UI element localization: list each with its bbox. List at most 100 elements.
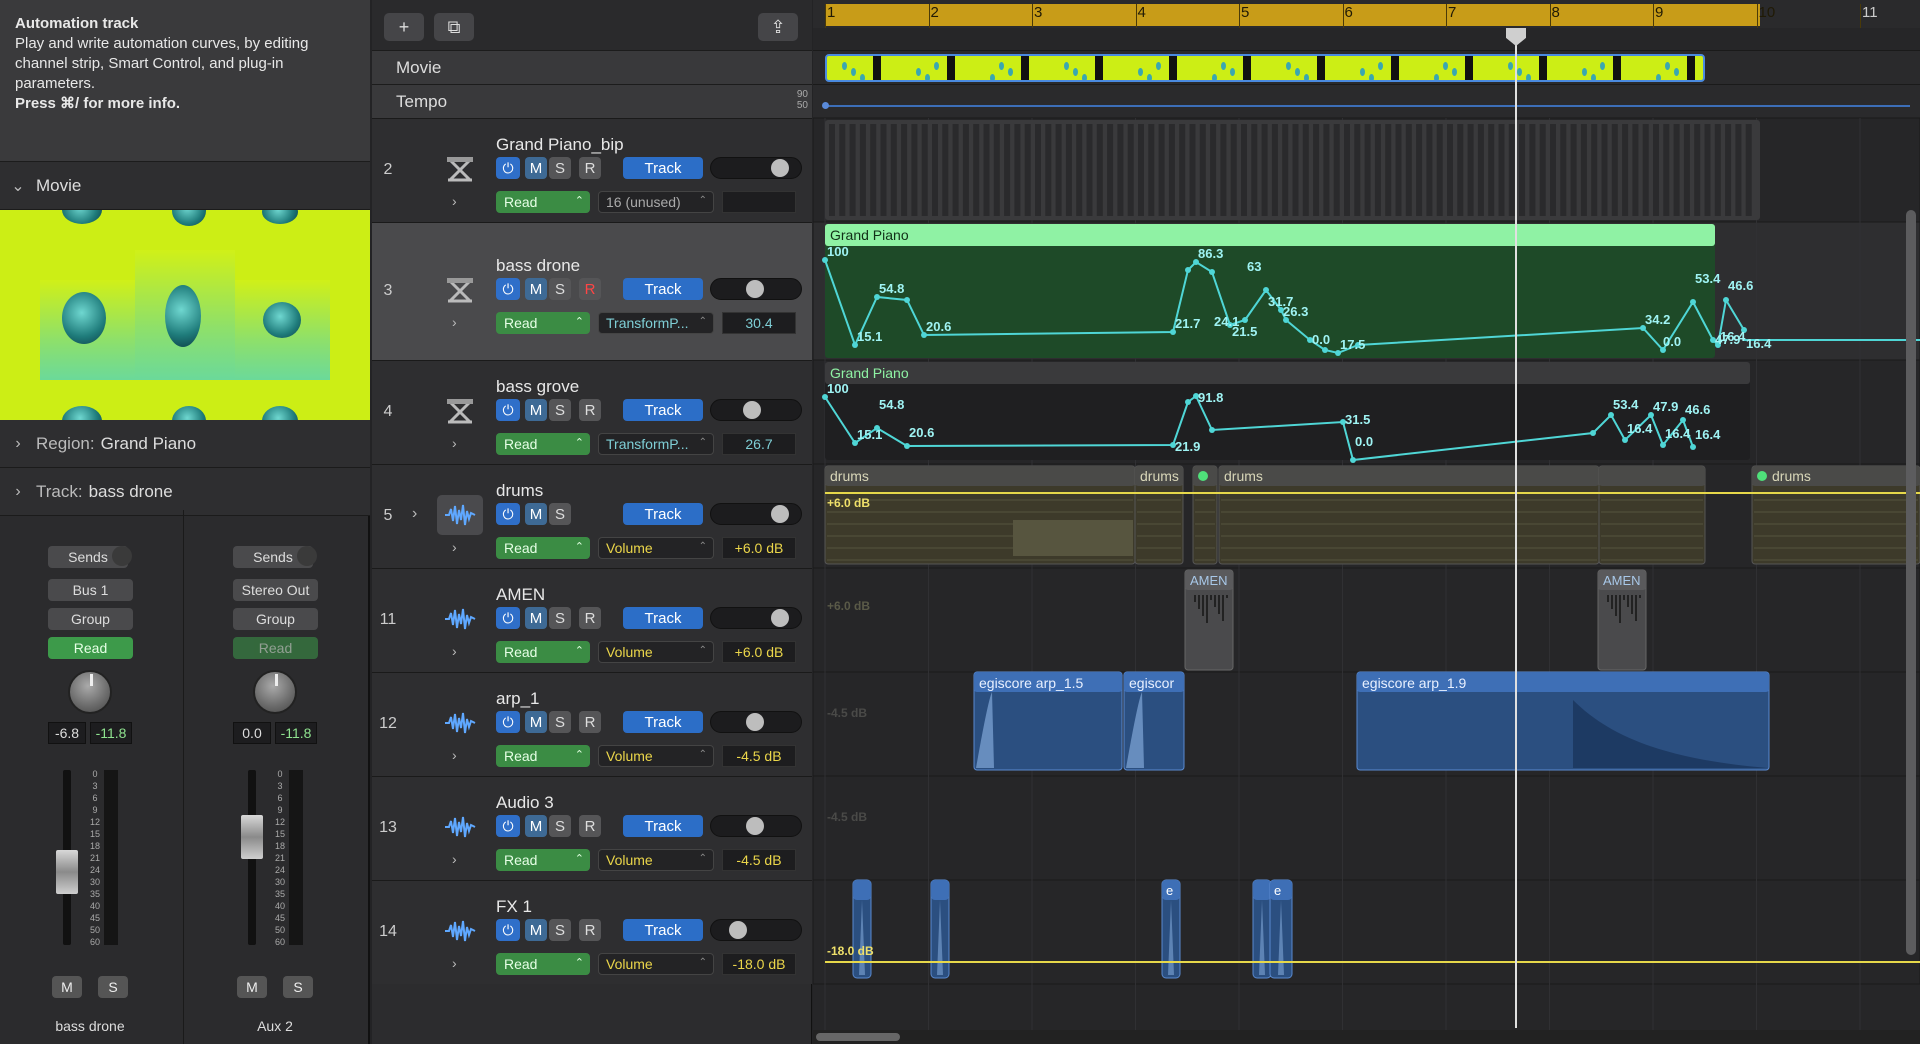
track-automation-button[interactable]: Track (623, 815, 703, 837)
fx-region[interactable]: e (1269, 879, 1293, 979)
automation-value[interactable]: 26.7 (722, 433, 796, 455)
slider-knob[interactable] (746, 713, 764, 731)
add-track-button[interactable]: + (384, 13, 424, 41)
track-name[interactable]: arp_1 (496, 689, 539, 709)
solo-button[interactable]: S (549, 815, 571, 837)
automation-value[interactable] (722, 191, 796, 213)
automation-mode-select[interactable]: Read (496, 433, 590, 455)
waveform-icon[interactable] (437, 911, 483, 951)
volume-slider[interactable] (710, 815, 802, 837)
mute-button[interactable]: M (525, 607, 547, 629)
automation-value[interactable]: 30.4 (722, 312, 796, 334)
piano-icon[interactable] (437, 391, 483, 431)
waveform-icon[interactable] (437, 495, 483, 535)
drums-region[interactable]: drums (1751, 465, 1920, 565)
volume-slider[interactable] (710, 278, 802, 300)
track-header-1[interactable]: 3 bass drone⏻MSR Track › Read TransformP... 30… (372, 222, 812, 360)
track-inspector-header[interactable]: › Track: bass drone (0, 468, 370, 516)
catch-playhead-button[interactable]: ⇪ (758, 13, 798, 41)
fader-cap[interactable] (56, 850, 78, 894)
track-header-3[interactable]: 5 › drums⏻MS Track › Read Volume +6.0 dB (372, 464, 812, 568)
track-name[interactable]: bass grove (496, 377, 579, 397)
power-icon[interactable]: ⏻ (496, 157, 520, 179)
region-inspector-header[interactable]: › Region: Grand Piano (0, 420, 370, 468)
automation-parameter-select[interactable]: TransformP... (598, 312, 714, 334)
arrange-area[interactable]: 1 2 3 4 5 6 7 8 9 10 11 Grand Piano 100 15.1 54.8 20.6… (813, 0, 1920, 1044)
power-icon[interactable]: ⏻ (496, 607, 520, 629)
volume-slider[interactable] (710, 157, 802, 179)
track-automation-button[interactable]: Track (623, 607, 703, 629)
chevron-right-icon[interactable]: › (452, 747, 457, 763)
track-header-7[interactable]: 14 FX 1⏻MSR Track › Read Volume -18.0 dB (372, 880, 812, 984)
automation-mode-select[interactable]: Read (496, 953, 590, 975)
solo-button[interactable]: S (549, 919, 571, 941)
mute-button[interactable]: M (525, 815, 547, 837)
automation-mode-button[interactable]: Read (233, 637, 318, 659)
volume-slider[interactable] (710, 919, 802, 941)
audio-region[interactable]: egiscore arp_1.5 (973, 671, 1123, 771)
track-automation-button[interactable]: Track (623, 711, 703, 733)
automation-parameter-select[interactable]: TransformP... (598, 433, 714, 455)
solo-button[interactable]: S (549, 278, 571, 300)
track-header-4[interactable]: 11 AMEN⏻MSR Track › Read Volume +6.0 dB (372, 568, 812, 672)
duplicate-track-button[interactable]: ⧉ (434, 13, 474, 41)
amen-region[interactable]: AMEN (1184, 569, 1234, 671)
power-icon[interactable]: ⏻ (496, 503, 520, 525)
track-automation-button[interactable]: Track (623, 919, 703, 941)
track-automation-button[interactable]: Track (623, 157, 703, 179)
solo-button[interactable]: S (549, 711, 571, 733)
output-button[interactable]: Stereo Out (233, 579, 318, 601)
track-automation-button[interactable]: Track (623, 278, 703, 300)
track-header-6[interactable]: 13 Audio 3⏻MSR Track › Read Volume -4.5 dB (372, 776, 812, 880)
drums-region[interactable] (1598, 465, 1706, 565)
automation-value[interactable]: +6.0 dB (722, 537, 796, 559)
automation-parameter-select[interactable]: Volume (598, 745, 714, 767)
track-name[interactable]: AMEN (496, 585, 545, 605)
slider-knob[interactable] (729, 921, 747, 939)
global-track-movie[interactable]: Movie (372, 50, 812, 84)
record-enable-button[interactable]: R (579, 607, 601, 629)
automation-mode-select[interactable]: Read (496, 191, 590, 213)
mute-button[interactable]: M (525, 278, 547, 300)
horizontal-scrollbar[interactable] (813, 1030, 1920, 1044)
slider-knob[interactable] (743, 401, 761, 419)
record-enable-button[interactable]: R (579, 711, 601, 733)
chevron-right-icon[interactable]: › (452, 643, 457, 659)
track-name[interactable]: Audio 3 (496, 793, 554, 813)
slider-knob[interactable] (771, 505, 789, 523)
global-track-tempo[interactable]: Tempo 90 50 (372, 84, 812, 118)
volume-slider[interactable] (710, 503, 802, 525)
chevron-right-icon[interactable]: › (452, 955, 457, 971)
slider-knob[interactable] (746, 817, 764, 835)
chevron-right-icon[interactable]: › (452, 851, 457, 867)
mute-button[interactable]: M (525, 399, 547, 421)
waveform-icon[interactable] (437, 599, 483, 639)
fx-region[interactable] (852, 879, 872, 979)
track-automation-button[interactable]: Track (623, 503, 703, 525)
amen-region[interactable]: AMEN (1597, 569, 1647, 671)
mute-button[interactable]: M (52, 976, 82, 998)
solo-button[interactable]: S (549, 399, 571, 421)
chevron-right-icon[interactable]: › (452, 314, 457, 330)
piano-icon[interactable] (437, 270, 483, 310)
chevron-right-icon[interactable]: › (452, 435, 457, 451)
power-icon[interactable]: ⏻ (496, 399, 520, 421)
output-button[interactable]: Bus 1 (48, 579, 133, 601)
track-automation-button[interactable]: Track (623, 399, 703, 421)
group-button[interactable]: Group (233, 608, 318, 630)
automation-value[interactable]: -4.5 dB (722, 849, 796, 871)
power-icon[interactable]: ⏻ (496, 815, 520, 837)
record-enable-button[interactable]: R (579, 815, 601, 837)
mute-button[interactable]: M (525, 711, 547, 733)
track-header-2[interactable]: 4 bass grove⏻MSR Track › Read TransformP... 26… (372, 360, 812, 464)
power-icon[interactable]: ⏻ (496, 919, 520, 941)
drums-region[interactable]: drums (1134, 465, 1184, 565)
audio-region[interactable]: egiscore arp_1.9 (1356, 671, 1770, 771)
volume-slider[interactable] (710, 607, 802, 629)
track-header-5[interactable]: 12 arp_1⏻MSR Track › Read Volume -4.5 dB (372, 672, 812, 776)
playhead[interactable] (1515, 28, 1517, 1028)
chevron-right-icon[interactable]: › (452, 193, 457, 209)
track-name[interactable]: FX 1 (496, 897, 532, 917)
automation-parameter-select[interactable]: 16 (unused) (598, 191, 714, 213)
slider-knob[interactable] (771, 609, 789, 627)
